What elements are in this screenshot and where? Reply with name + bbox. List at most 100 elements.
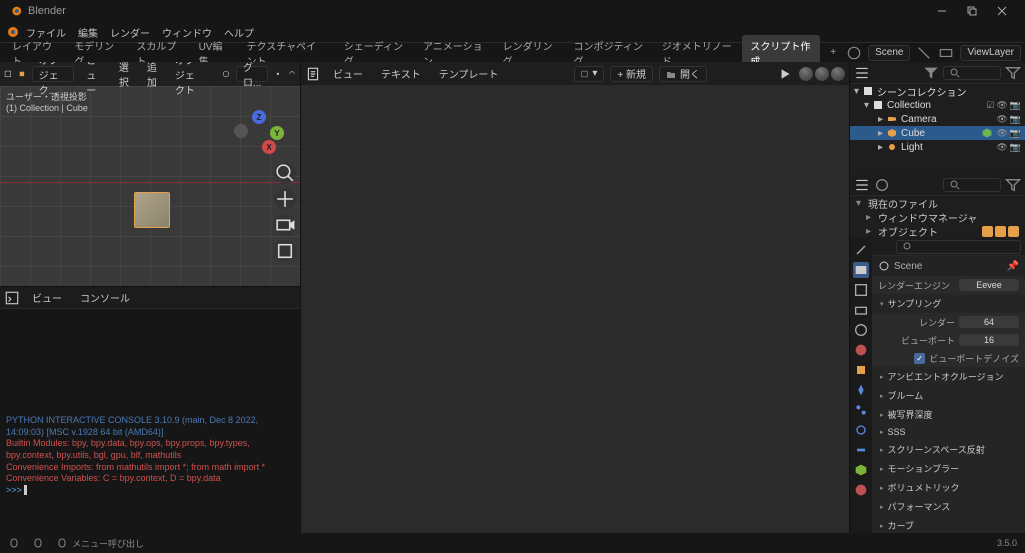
data-api-icon[interactable] <box>854 177 870 193</box>
render-engine-row: レンダーエンジン Eevee <box>872 276 1025 294</box>
mode-icon[interactable] <box>18 66 26 82</box>
viewport-samples-field[interactable]: 16 <box>959 334 1019 346</box>
viewlayer-icon <box>938 45 954 61</box>
footer-hint: メニュー呼び出し <box>72 537 144 550</box>
filter-icon[interactable] <box>1005 177 1021 193</box>
collapsible-panel[interactable]: ▸モーションブラー <box>872 459 1025 478</box>
outliner-item[interactable]: ▸ Light 👁📷 <box>850 140 1025 154</box>
text-editor-body[interactable] <box>301 86 849 533</box>
console-menu-view[interactable]: ビュー <box>26 288 68 307</box>
denoise-checkbox[interactable]: ✓ <box>914 353 925 364</box>
text-menu-view[interactable]: ビュー <box>327 64 369 83</box>
mode-select[interactable]: オブジェク... <box>32 66 75 82</box>
outliner-item-selected[interactable]: ▸ Cube 👁📷 <box>850 126 1025 140</box>
collapsible-panel[interactable]: ▸カーブ <box>872 516 1025 533</box>
gizmo-x[interactable]: X <box>262 140 276 154</box>
text-datablock[interactable]: ▾ <box>574 66 604 82</box>
new-text-button[interactable]: + 新規 <box>610 66 653 82</box>
viewport-menu-view[interactable]: ビュー <box>80 62 107 99</box>
zoom-icon[interactable] <box>274 162 296 184</box>
outliner-item[interactable]: ▸ Camera 👁📷 <box>850 112 1025 126</box>
collapsible-panel[interactable]: ▸アンビエントオクルージョン <box>872 367 1025 386</box>
gizmo-neg[interactable] <box>234 124 248 138</box>
cursor: | <box>24 485 26 495</box>
pin-icon[interactable]: 📌 <box>1007 261 1019 272</box>
tab-output[interactable] <box>853 282 869 298</box>
console-menu-console[interactable]: コンソール <box>74 288 136 307</box>
datablocks-row[interactable]: ▸ウィンドウマネージャ <box>850 210 1025 224</box>
tab-constraints[interactable] <box>853 442 869 458</box>
unlink-icon[interactable] <box>916 45 932 61</box>
filter-toggle-icon[interactable] <box>1005 65 1021 81</box>
run-script-icon[interactable] <box>777 66 793 82</box>
transform-orientation[interactable]: グロ... <box>236 66 268 82</box>
nav-gizmo[interactable]: Z Y X <box>234 110 284 160</box>
open-text-button[interactable]: 開く <box>659 66 707 82</box>
tab-object[interactable] <box>853 362 869 378</box>
outliner-header <box>850 62 1025 84</box>
datablocks-current-file[interactable]: ▾現在のファイル <box>850 196 1025 210</box>
default-cube[interactable] <box>134 192 170 228</box>
scene-field[interactable]: Scene <box>868 45 910 61</box>
maximize-button[interactable] <box>957 1 987 21</box>
outliner-icon[interactable] <box>854 65 870 81</box>
tab-physics[interactable] <box>853 422 869 438</box>
camera-view-icon[interactable] <box>274 214 296 236</box>
collapsible-panel[interactable]: ▸パフォーマンス <box>872 497 1025 516</box>
collapsible-panel[interactable]: ▸SSS <box>872 424 1025 440</box>
tab-viewlayer[interactable] <box>853 302 869 318</box>
minimize-button[interactable] <box>927 1 957 21</box>
tab-render[interactable] <box>853 262 869 278</box>
mesh-data-icon <box>982 128 992 138</box>
workspace-add[interactable]: + <box>822 44 844 61</box>
text-menu-template[interactable]: テンプレート <box>433 64 505 83</box>
render-samples-field[interactable]: 64 <box>959 316 1019 328</box>
collapsible-panel[interactable]: ▸ボリュメトリック <box>872 478 1025 497</box>
workspace-tabs: レイアウト モデリング スカルプト UV編集 テクスチャペイント シェーディング… <box>0 42 1025 62</box>
display-mode-icon[interactable] <box>874 177 890 193</box>
viewport-menu-add[interactable]: 追加 <box>141 62 163 91</box>
properties-editor: Scene 📌 レンダーエンジン Eevee ▾サンプリング レンダー 64 ビ… <box>850 238 1025 533</box>
collapsible-panel[interactable]: ▸スクリーンスペース反射 <box>872 440 1025 459</box>
render-engine-select[interactable]: Eevee <box>959 279 1019 291</box>
text-menu-text[interactable]: テキスト <box>375 64 427 83</box>
mouse-icon <box>8 537 20 549</box>
collapsible-panel[interactable]: ▸ブルーム <box>872 386 1025 405</box>
tab-particles[interactable] <box>853 402 869 418</box>
datablocks-search[interactable] <box>943 178 1002 192</box>
snap-icon[interactable] <box>288 66 296 82</box>
gizmo-z[interactable]: Z <box>252 110 266 124</box>
props-editor-icon[interactable] <box>876 239 892 255</box>
perspective-icon[interactable] <box>274 240 296 262</box>
text-display-toggles[interactable] <box>799 67 845 81</box>
editor-type-icon[interactable] <box>4 66 12 82</box>
orientation-icon[interactable] <box>222 66 230 82</box>
props-search[interactable] <box>896 240 1021 254</box>
sampling-panel[interactable]: ▾サンプリング <box>872 294 1025 313</box>
outliner[interactable]: ▾ シーンコレクション ▾ Collection ☑👁📷 ▸ Camera 👁📷… <box>850 84 1025 174</box>
pivot-icon[interactable] <box>274 66 282 82</box>
tab-scene[interactable] <box>853 322 869 338</box>
viewport-menu-select[interactable]: 選択 <box>113 62 135 91</box>
filter-icon[interactable] <box>923 65 939 81</box>
tab-material[interactable] <box>853 482 869 498</box>
pan-icon[interactable] <box>274 188 296 210</box>
tab-world[interactable] <box>853 342 869 358</box>
viewport-menu-object[interactable]: オブジェクト <box>169 62 210 99</box>
outliner-scene-collection[interactable]: ▾ シーンコレクション <box>850 84 1025 98</box>
datablocks-panel[interactable]: ▾現在のファイル ▸ウィンドウマネージャ ▸オブジェクト ▸カメラ設定 ▸コレク… <box>850 196 1025 238</box>
text-editor-icon[interactable] <box>305 66 321 82</box>
collapsible-panel[interactable]: ▸被写界深度 <box>872 405 1025 424</box>
outliner-search[interactable] <box>943 66 1002 80</box>
gizmo-y[interactable]: Y <box>270 126 284 140</box>
close-button[interactable] <box>987 1 1017 21</box>
viewport-3d[interactable]: オブジェク... ビュー 選択 追加 オブジェクト グロ... オプション▾ ユ… <box>0 62 300 287</box>
viewlayer-field[interactable]: ViewLayer <box>960 45 1021 61</box>
tab-modifier[interactable] <box>853 382 869 398</box>
console-output[interactable]: PYTHON INTERACTIVE CONSOLE 3.10.9 (main,… <box>0 309 300 533</box>
tab-tool[interactable] <box>853 242 869 258</box>
outliner-item[interactable]: ▾ Collection ☑👁📷 <box>850 98 1025 112</box>
datablocks-row[interactable]: ▸オブジェクト <box>850 224 1025 238</box>
tab-data[interactable] <box>853 462 869 478</box>
console-editor-icon[interactable] <box>4 290 20 306</box>
